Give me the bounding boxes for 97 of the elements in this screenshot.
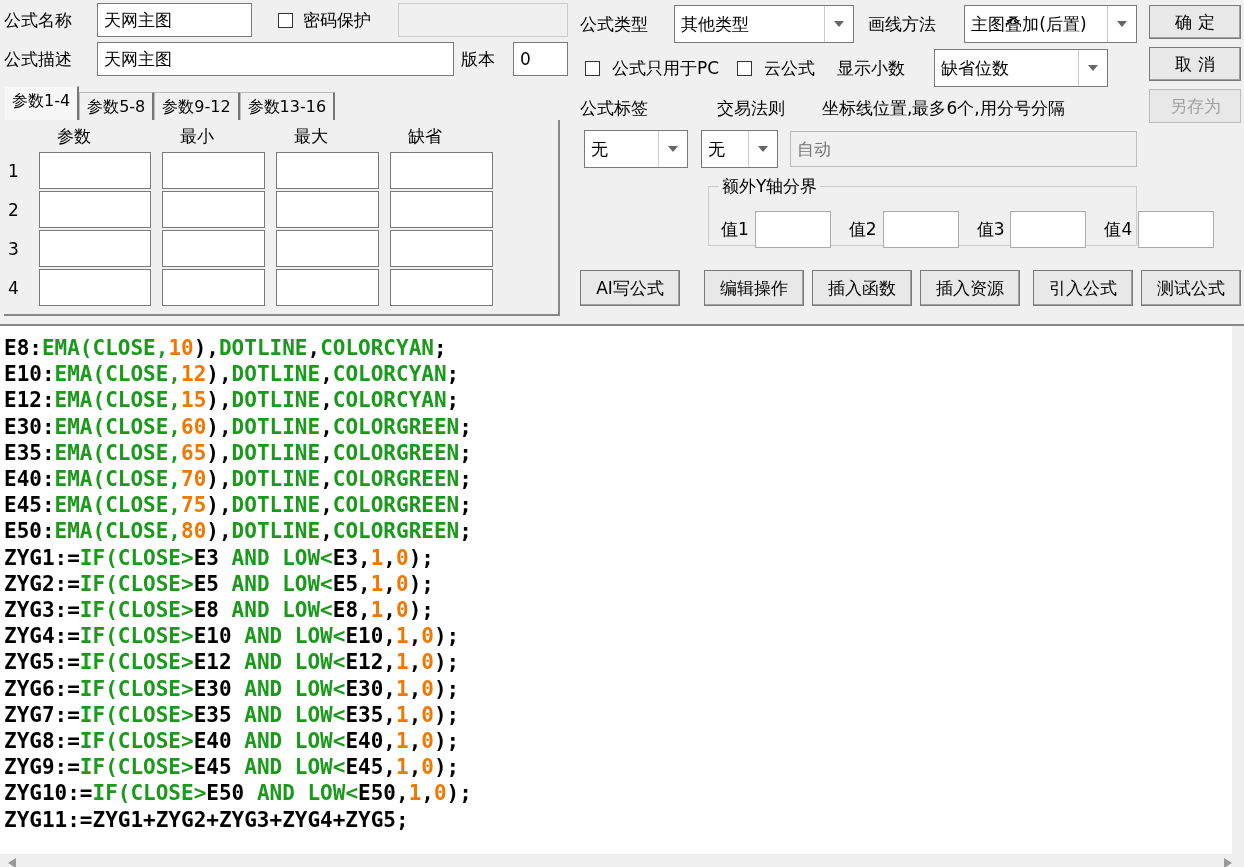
password-field[interactable]: [398, 3, 568, 37]
field-label: 值1: [721, 218, 749, 241]
field-label: 显示小数: [837, 56, 907, 80]
column-header: 参数: [56, 124, 92, 148]
field-label: 版本: [461, 47, 496, 71]
tab[interactable]: 参数9-12: [154, 92, 240, 120]
input-field[interactable]: [276, 269, 379, 306]
input-field[interactable]: [39, 152, 151, 189]
input-field[interactable]: [754, 211, 831, 248]
code-line: ZYG2:=IF(CLOSE>E5 AND LOW<E5,1,0);: [4, 570, 435, 598]
code-line: ZYG1:=IF(CLOSE>E3 AND LOW<E3,1,0);: [4, 544, 435, 571]
field-label: 公式描述: [4, 47, 73, 71]
input-field[interactable]: [882, 211, 959, 248]
dropdown-arrow-icon: [667, 146, 678, 152]
scroll-right-icon[interactable]: [1224, 857, 1232, 867]
code-line: ZYG10:=IF(CLOSE>E50 AND LOW<E50,1,0);: [4, 780, 473, 807]
code-line: E50:EMA(CLOSE,80),DOTLINE,COLORGREEN;: [4, 518, 473, 545]
tab[interactable]: 参数13-16: [239, 92, 336, 120]
code-line: ZYG3:=IF(CLOSE>E8 AND LOW<E8,1,0);: [4, 597, 435, 624]
scroll-left-icon[interactable]: [8, 857, 16, 867]
description-field[interactable]: 天网主图: [97, 42, 454, 76]
dropdown[interactable]: 无: [584, 130, 688, 168]
field-label: 画线方法: [868, 12, 937, 36]
field-label: 值2: [848, 218, 877, 241]
code-line: ZYG4:=IF(CLOSE>E10 AND LOW<E10,1,0);: [4, 623, 461, 650]
input-field[interactable]: [390, 191, 493, 228]
field-label: 值3: [976, 218, 1005, 241]
code-line: ZYG5:=IF(CLOSE>E12 AND LOW<E12,1,0);: [4, 649, 461, 676]
tab[interactable]: 参数5-8: [79, 92, 155, 120]
code-line: E30:EMA(CLOSE,60),DOTLINE,COLORGREEN;: [4, 413, 473, 440]
input-field[interactable]: [276, 230, 379, 267]
group-title: 额外Y轴分界: [719, 175, 821, 198]
code-line: ZYG9:=IF(CLOSE>E45 AND LOW<E45,1,0);: [4, 754, 461, 781]
input-field[interactable]: [162, 191, 265, 228]
code-line: E8:EMA(CLOSE,10),DOTLINE,COLORCYAN;: [4, 335, 448, 362]
field-label: 公式类型: [580, 12, 649, 36]
row-number: 1: [8, 160, 20, 181]
code-line: E12:EMA(CLOSE,15),DOTLINE,COLORCYAN;: [4, 387, 461, 414]
toolbar-button[interactable]: 插入资源: [920, 270, 1020, 306]
field-label: 公式标签: [580, 97, 649, 120]
input-field[interactable]: [390, 152, 493, 189]
dropdown[interactable]: 缺省位数: [934, 49, 1109, 87]
column-header: 最小: [179, 124, 215, 148]
code-line: E35:EMA(CLOSE,65),DOTLINE,COLORGREEN;: [4, 439, 473, 466]
version-field[interactable]: 0: [513, 42, 568, 76]
row-number: 4: [8, 277, 20, 298]
input-field[interactable]: [390, 269, 493, 306]
code-line: E40:EMA(CLOSE,70),DOTLINE,COLORGREEN;: [4, 466, 473, 493]
toolbar-button[interactable]: 编辑操作: [704, 270, 804, 306]
toolbar-button[interactable]: 引入公式: [1033, 270, 1133, 306]
column-header: 最大: [293, 124, 329, 148]
checkbox-label: 密码保护: [303, 8, 372, 32]
field-label: 公式名称: [4, 8, 73, 32]
dropdown-arrow-icon: [757, 146, 768, 152]
row-number: 3: [8, 238, 20, 259]
input-field[interactable]: [276, 152, 379, 189]
input-field[interactable]: [39, 269, 151, 306]
input-field[interactable]: [1138, 211, 1215, 248]
axis-field[interactable]: 自动: [789, 131, 1137, 167]
dropdown-arrow-icon: [1088, 65, 1099, 71]
input-field[interactable]: [39, 191, 151, 228]
dropdown[interactable]: 其他类型: [674, 5, 854, 43]
toolbar-button[interactable]: AI写公式: [580, 270, 680, 306]
dropdown[interactable]: 主图叠加(后置): [964, 5, 1137, 43]
field-label: 坐标线位置,最多6个,用分号分隔: [822, 97, 1065, 120]
checkbox[interactable]: [278, 12, 293, 28]
checkbox[interactable]: [585, 60, 600, 76]
checkbox-label: 云公式: [764, 56, 816, 80]
code-line: ZYG7:=IF(CLOSE>E35 AND LOW<E35,1,0);: [4, 701, 461, 729]
checkbox[interactable]: [737, 60, 753, 76]
dropdown-arrow-icon: [1117, 21, 1127, 27]
checkbox-label: 公式只用于PC: [612, 56, 720, 80]
tab[interactable]: 参数1-4: [4, 86, 80, 120]
input-field[interactable]: [390, 230, 493, 267]
input-field[interactable]: [276, 191, 379, 228]
field-label: 值4: [1104, 218, 1133, 241]
dialog-button[interactable]: 取 消: [1149, 47, 1241, 81]
code-line: E45:EMA(CLOSE,75),DOTLINE,COLORGREEN;: [4, 492, 473, 519]
input-field[interactable]: [162, 269, 265, 306]
dropdown-arrow-icon: [834, 21, 844, 27]
code-line: ZYG6:=IF(CLOSE>E30 AND LOW<E30,1,0);: [4, 675, 461, 702]
dialog-button[interactable]: 确 定: [1149, 5, 1241, 39]
code-line: ZYG8:=IF(CLOSE>E40 AND LOW<E40,1,0);: [4, 728, 461, 755]
name-field[interactable]: 天网主图: [97, 3, 252, 37]
toolbar-button[interactable]: 测试公式: [1141, 270, 1241, 306]
code-line: ZYG11:=ZYG1+ZYG2+ZYG3+ZYG4+ZYG5;: [4, 806, 410, 833]
input-field[interactable]: [39, 230, 151, 267]
field-label: 交易法则: [717, 97, 786, 120]
code-line: E10:EMA(CLOSE,12),DOTLINE,COLORCYAN;: [4, 361, 461, 388]
input-field[interactable]: [162, 230, 265, 267]
code-editor[interactable]: [0, 326, 1232, 854]
toolbar-button[interactable]: 插入函数: [812, 270, 912, 306]
input-field[interactable]: [1010, 211, 1087, 248]
row-number: 2: [8, 199, 20, 220]
dropdown[interactable]: 无: [700, 130, 778, 168]
input-field[interactable]: [162, 152, 265, 189]
column-header: 缺省: [407, 124, 443, 148]
